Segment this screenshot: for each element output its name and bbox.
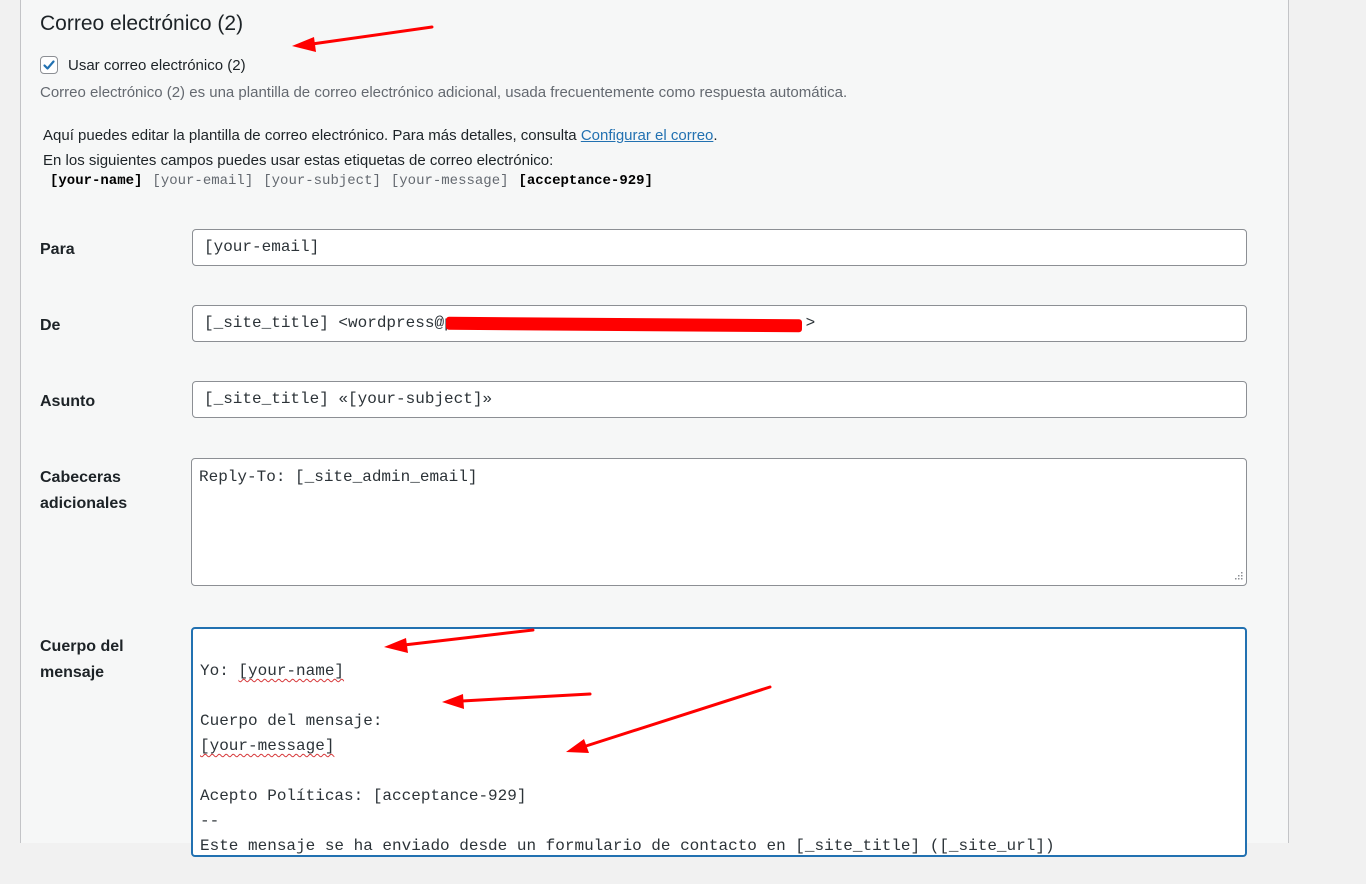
annotation-arrow (310, 25, 434, 46)
annotation-arrows (292, 25, 772, 753)
annotation-arrowhead (384, 638, 408, 653)
annotation-arrowhead (442, 694, 464, 709)
annotation-arrow (460, 692, 592, 703)
annotation-arrow (402, 628, 535, 647)
annotation-arrowhead (566, 739, 589, 753)
annotation-arrowhead (292, 37, 316, 52)
annotation-arrow (584, 685, 772, 748)
